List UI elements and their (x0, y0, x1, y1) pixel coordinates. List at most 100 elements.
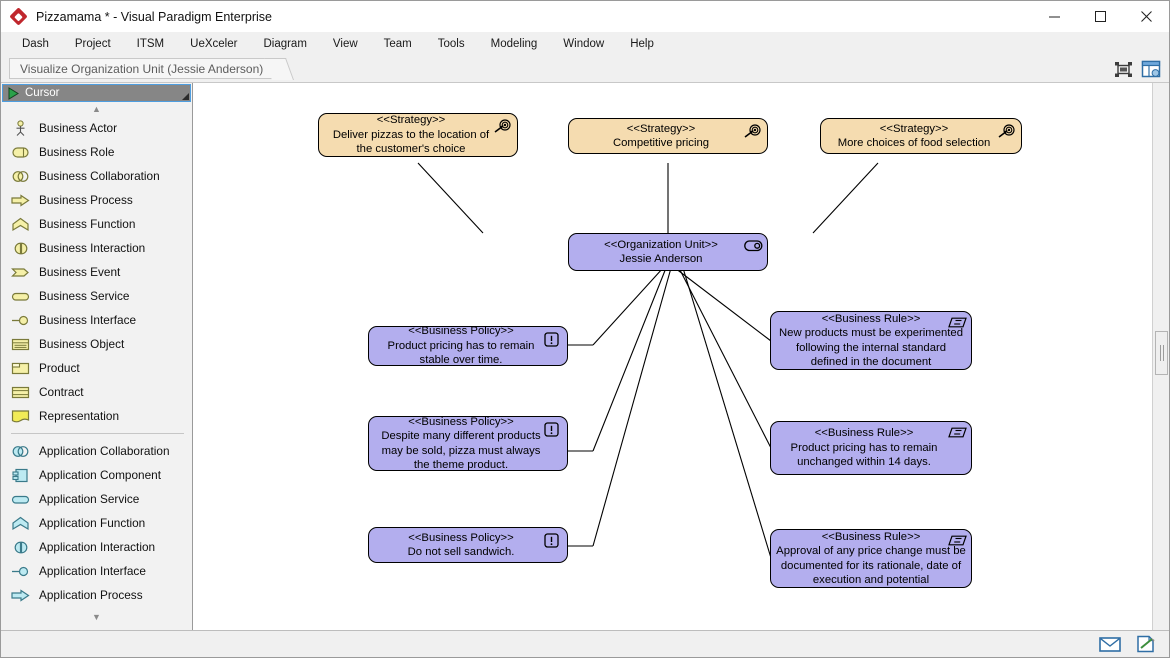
business-policy-exclamation-icon (544, 332, 562, 347)
node-name: Approval of any price change must be doc… (776, 544, 966, 588)
node-name: Do not sell sandwich. (408, 545, 515, 560)
palette-item-application-service[interactable]: Application Service (1, 487, 192, 511)
palette-item-label: Business Service (39, 289, 129, 303)
palette-item-application-interaction[interactable]: Application Interaction (1, 535, 192, 559)
palette-item-label: Application Process (39, 588, 143, 602)
scroll-up-arrow-icon[interactable]: ▲ (1, 102, 192, 116)
diagram-canvas[interactable]: <<Strategy>> Deliver pizzas to the locat… (193, 83, 1169, 630)
diagram-node-organization-unit[interactable]: <<Organization Unit>> Jessie Anderson (568, 233, 768, 271)
node-name: Despite many different products may be s… (377, 429, 545, 473)
menu-item-modeling[interactable]: Modeling (478, 35, 551, 53)
palette-item-label: Application Function (39, 516, 145, 530)
menu-item-uexceler[interactable]: UeXceler (177, 35, 250, 53)
node-name: New products must be experimented follow… (776, 326, 966, 370)
palette-item-contract[interactable]: Contract (1, 380, 192, 404)
message-envelope-icon[interactable] (1097, 634, 1123, 654)
application-interaction-icon (11, 539, 30, 556)
diagram-node-strategy-delivery[interactable]: <<Strategy>> Deliver pizzas to the locat… (318, 113, 518, 157)
application-collaboration-icon (11, 443, 30, 460)
diagram-surface[interactable]: <<Strategy>> Deliver pizzas to the locat… (193, 83, 1169, 630)
palette-item-cursor[interactable]: Cursor (2, 84, 191, 102)
application-component-icon (11, 467, 30, 484)
menu-item-diagram[interactable]: Diagram (250, 35, 319, 53)
scroll-down-arrow-icon[interactable]: ▼ (1, 610, 192, 624)
menu-item-team[interactable]: Team (371, 35, 425, 53)
palette-item-product[interactable]: Product (1, 356, 192, 380)
goal-target-icon (744, 124, 762, 139)
scrollbar-thumb[interactable] (1155, 331, 1168, 375)
palette-item-business-object[interactable]: Business Object (1, 332, 192, 356)
menu-item-itsm[interactable]: ITSM (124, 35, 177, 53)
diagram-node-rule-approval[interactable]: <<Business Rule>> Approval of any price … (770, 529, 972, 588)
menu-item-view[interactable]: View (320, 35, 371, 53)
palette-item-label: Business Function (39, 217, 135, 231)
representation-icon (11, 408, 30, 425)
diagram-node-policy-theme-product[interactable]: <<Business Policy>> Despite many differe… (368, 416, 568, 471)
node-name: Deliver pizzas to the location of the cu… (327, 128, 495, 157)
note-edit-icon[interactable] (1133, 634, 1159, 654)
menu-item-project[interactable]: Project (62, 35, 124, 53)
diagram-node-strategy-food-selection[interactable]: <<Strategy>> More choices of food select… (820, 118, 1022, 154)
palette-item-application-component[interactable]: Application Component (1, 463, 192, 487)
palette-item-label: Business Event (39, 265, 120, 279)
breadcrumb[interactable]: Visualize Organization Unit (Jessie Ande… (9, 58, 279, 79)
fit-to-screen-icon[interactable] (1111, 58, 1135, 80)
menu-item-help[interactable]: Help (617, 35, 667, 53)
diagram-node-rule-price-unchanged[interactable]: <<Business Rule>> Product pricing has to… (770, 421, 972, 475)
palette-item-application-interface[interactable]: Application Interface (1, 559, 192, 583)
menu-item-window[interactable]: Window (550, 35, 617, 53)
node-stereotype: <<Strategy>> (627, 122, 695, 137)
menu-item-tools[interactable]: Tools (425, 35, 478, 53)
breadcrumb-bar: Visualize Organization Unit (Jessie Ande… (1, 55, 1169, 83)
diagram-node-rule-new-products[interactable]: <<Business Rule>> New products must be e… (770, 311, 972, 370)
palette-item-label: Business Collaboration (39, 169, 160, 183)
palette-item-business-role[interactable]: Business Role (1, 140, 192, 164)
business-actor-icon (11, 120, 30, 137)
application-window: Pizzamama * - Visual Paradigm Enterprise… (0, 0, 1170, 658)
diagram-palette: Cursor ▲ Business Actor (1, 83, 193, 630)
palette-item-business-service[interactable]: Business Service (1, 284, 192, 308)
diagram-panel-icon[interactable] (1139, 58, 1163, 80)
business-rule-parallelogram-icon (948, 535, 966, 550)
palette-item-label: Business Actor (39, 121, 117, 135)
palette-item-label: Application Service (39, 492, 139, 506)
palette-item-representation[interactable]: Representation (1, 404, 192, 428)
palette-item-business-event[interactable]: Business Event (1, 260, 192, 284)
business-role-icon (11, 144, 30, 161)
goal-target-icon (998, 124, 1016, 139)
palette-item-business-interaction[interactable]: Business Interaction (1, 236, 192, 260)
palette-item-business-function[interactable]: Business Function (1, 212, 192, 236)
palette-item-label: Application Interaction (39, 540, 155, 554)
node-name: Product pricing has to remain unchanged … (779, 441, 949, 470)
palette-item-label: Contract (39, 385, 84, 399)
node-stereotype: <<Organization Unit>> (604, 238, 718, 253)
palette-item-business-process[interactable]: Business Process (1, 188, 192, 212)
palette-item-business-interface[interactable]: Business Interface (1, 308, 192, 332)
palette-list: Business Actor Business Role (1, 116, 192, 610)
palette-item-label: Business Role (39, 145, 114, 159)
business-event-icon (11, 264, 30, 281)
palette-item-label: Business Process (39, 193, 133, 207)
product-icon (11, 360, 30, 377)
maximize-icon[interactable] (1077, 1, 1123, 32)
diagram-node-policy-no-sandwich[interactable]: <<Business Policy>> Do not sell sandwich… (368, 527, 568, 563)
palette-item-application-collaboration[interactable]: Application Collaboration (1, 439, 192, 463)
canvas-vertical-scrollbar[interactable] (1152, 83, 1169, 630)
diagram-node-strategy-pricing[interactable]: <<Strategy>> Competitive pricing (568, 118, 768, 154)
goal-target-icon (494, 119, 512, 134)
palette-item-application-process[interactable]: Application Process (1, 583, 192, 607)
palette-item-business-actor[interactable]: Business Actor (1, 116, 192, 140)
menu-item-dash[interactable]: Dash (9, 35, 62, 53)
diagram-node-policy-price-stable[interactable]: <<Business Policy>> Product pricing has … (368, 326, 568, 366)
close-icon[interactable] (1123, 1, 1169, 32)
node-stereotype: <<Business Rule>> (815, 426, 914, 441)
node-stereotype: <<Business Rule>> (822, 312, 921, 327)
application-service-icon (11, 491, 30, 508)
palette-item-application-function[interactable]: Application Function (1, 511, 192, 535)
title-bar: Pizzamama * - Visual Paradigm Enterprise (1, 1, 1169, 32)
palette-item-label: Application Collaboration (39, 444, 170, 458)
palette-item-business-collaboration[interactable]: Business Collaboration (1, 164, 192, 188)
palette-item-label: Product (39, 361, 80, 375)
business-rule-parallelogram-icon (948, 427, 966, 442)
minimize-icon[interactable] (1031, 1, 1077, 32)
